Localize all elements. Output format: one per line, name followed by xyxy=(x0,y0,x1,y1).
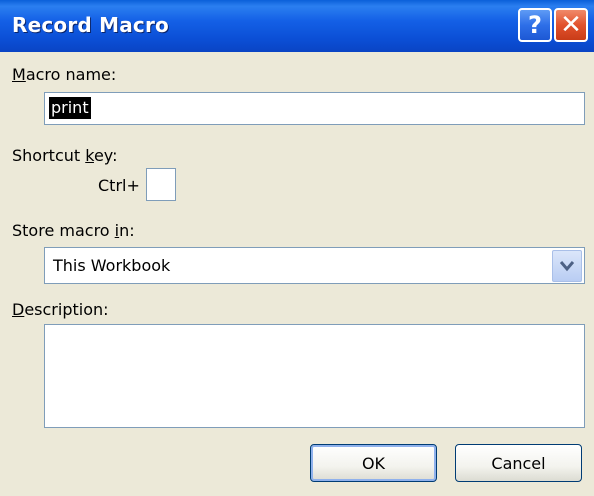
description-label: Description: xyxy=(12,300,109,319)
shortcut-mnemonic: k xyxy=(85,146,94,165)
cancel-button[interactable]: Cancel xyxy=(455,444,582,482)
record-macro-dialog: Record Macro ? ✕ Macro name: print Short… xyxy=(0,0,594,496)
shortcut-label-start: Shortcut xyxy=(12,146,86,165)
help-icon: ? xyxy=(528,11,542,39)
macro-name-value: print xyxy=(49,97,91,119)
shortcut-key-label: Shortcut key: xyxy=(12,146,117,165)
description-mnemonic: D xyxy=(12,300,25,319)
help-button[interactable]: ? xyxy=(518,8,552,42)
ctrl-prefix-label: Ctrl+ xyxy=(98,176,140,195)
close-icon: ✕ xyxy=(560,10,582,40)
close-button[interactable]: ✕ xyxy=(554,8,588,42)
macro-name-mnemonic: M xyxy=(12,65,26,84)
macro-name-label-rest: acro name: xyxy=(25,65,117,84)
macro-name-label: Macro name: xyxy=(12,65,116,84)
ok-button[interactable]: OK xyxy=(310,444,437,482)
shortcut-key-input[interactable] xyxy=(146,168,176,201)
shortcut-label-rest: ey: xyxy=(93,146,118,165)
chevron-down-icon xyxy=(560,261,574,272)
store-macro-label: Store macro in: xyxy=(12,221,135,240)
dropdown-button[interactable] xyxy=(552,250,582,282)
description-textarea[interactable] xyxy=(44,324,585,428)
title-bar[interactable]: Record Macro ? ✕ xyxy=(0,0,594,52)
window-title: Record Macro xyxy=(12,13,169,37)
store-macro-value: This Workbook xyxy=(53,256,171,275)
store-label-start: Store macro xyxy=(12,221,115,240)
description-label-rest: escription: xyxy=(24,300,109,319)
store-label-rest: n: xyxy=(119,221,135,240)
macro-name-input[interactable]: print xyxy=(44,92,585,125)
store-macro-select[interactable]: This Workbook xyxy=(44,247,585,284)
